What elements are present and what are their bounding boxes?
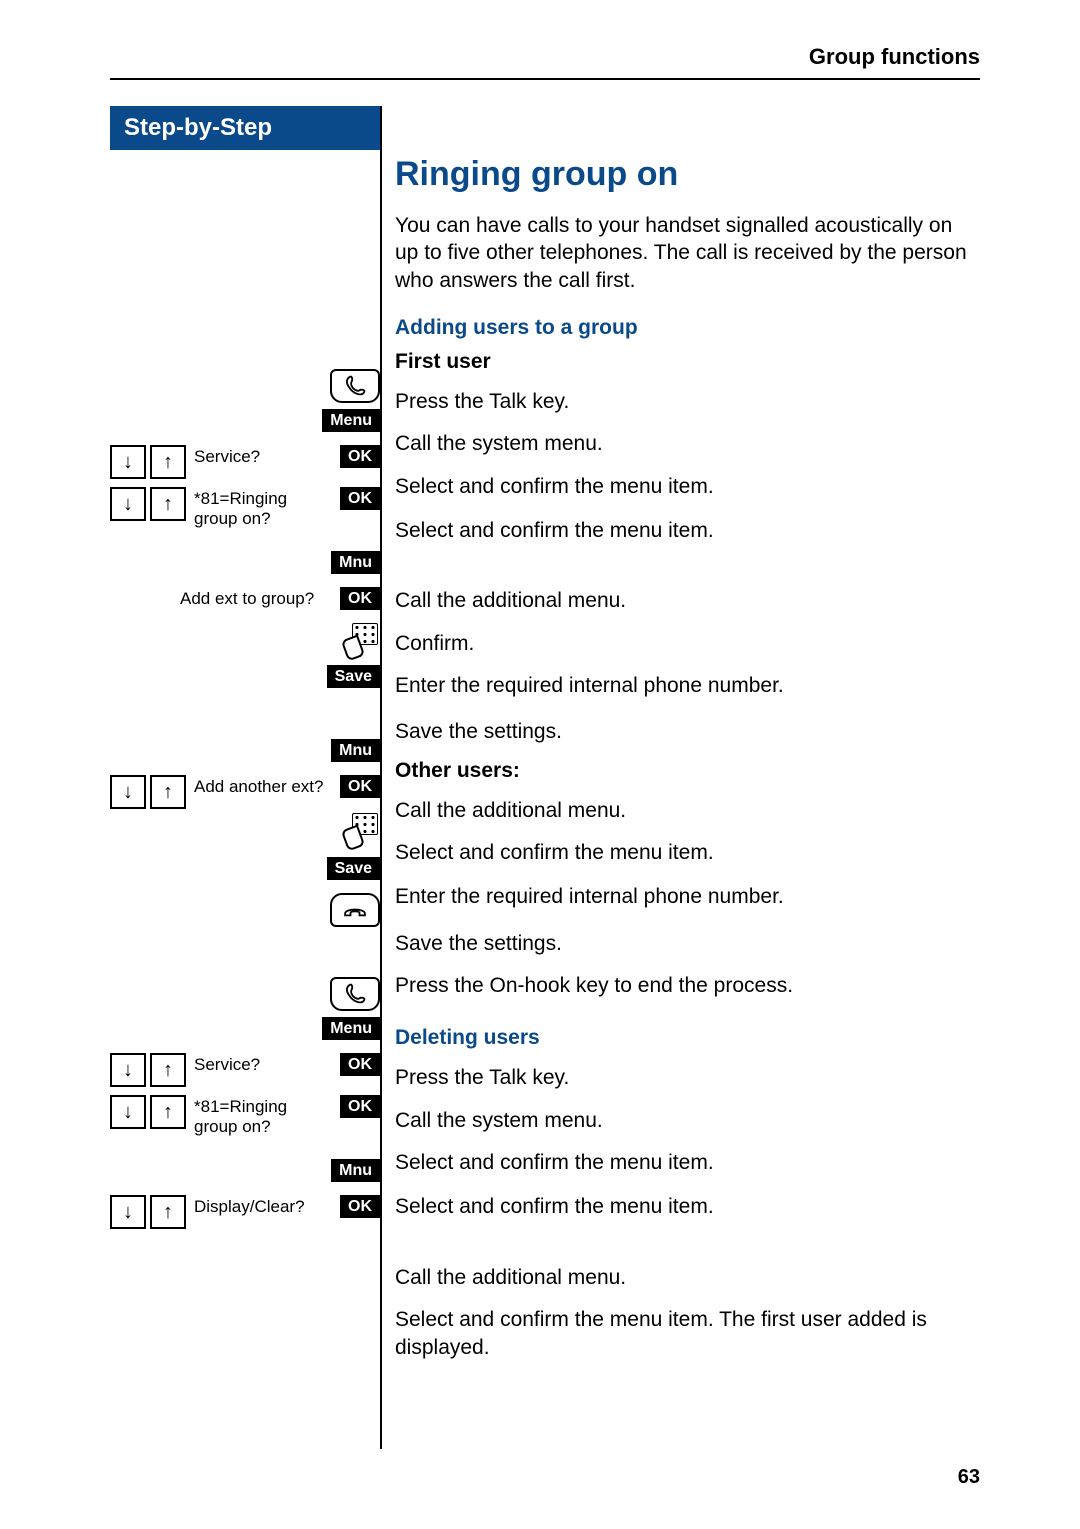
talk-key-row-2 — [110, 977, 380, 1011]
add-another-prompt: Add another ext? — [190, 775, 336, 797]
talk-key-icon — [330, 369, 380, 403]
mnu-button-row: Mnu — [110, 551, 380, 574]
down-arrow-icon — [110, 445, 146, 479]
step-enter-number-2: Enter the required internal phone number… — [395, 879, 980, 915]
step-press-talk-2: Press the Talk key. — [395, 1060, 980, 1096]
display-clear-row: Display/Clear? OK — [110, 1195, 380, 1229]
up-arrow-icon — [150, 445, 186, 479]
ok-button: OK — [340, 1095, 380, 1118]
ok-button: OK — [340, 775, 380, 798]
step-select-confirm-4: Select and confirm the menu item. — [395, 1145, 980, 1181]
down-arrow-icon — [110, 1195, 146, 1229]
ok-button: OK — [340, 445, 380, 468]
step-select-confirm-1: Select and confirm the menu item. — [395, 469, 980, 505]
menu-button: Menu — [322, 1017, 380, 1040]
menu-button-row-2: Menu — [110, 1017, 380, 1040]
ok-button: OK — [340, 1053, 380, 1076]
up-arrow-icon — [150, 1195, 186, 1229]
up-arrow-icon — [150, 775, 186, 809]
ringing-group-row: *81=Ringing group on? OK — [110, 487, 380, 530]
down-arrow-icon — [110, 1053, 146, 1087]
mnu-button-row-2: Mnu — [110, 739, 380, 762]
step-call-additional-2: Call the additional menu. — [395, 793, 980, 829]
step-press-talk: Press the Talk key. — [395, 384, 980, 420]
step-save-1: Save the settings. — [395, 714, 980, 750]
intro-text: You can have calls to your handset signa… — [395, 212, 980, 294]
step-confirm: Confirm. — [395, 626, 980, 662]
service-prompt: Service? — [190, 445, 336, 467]
step-select-confirm-first: Select and confirm the menu item. The fi… — [395, 1302, 980, 1367]
mnu-button: Mnu — [331, 739, 380, 762]
menu-button-row: Menu — [110, 409, 380, 432]
save-button-row-2: Save — [110, 857, 380, 880]
deleting-users-heading: Deleting users — [395, 1026, 980, 1050]
manual-page: Group functions Step-by-Step Menu Servic… — [0, 0, 1080, 1529]
ok-button: OK — [340, 587, 380, 610]
down-arrow-icon — [110, 1095, 146, 1129]
step-call-system-menu-2: Call the system menu. — [395, 1103, 980, 1139]
service-row: Service? OK — [110, 445, 380, 479]
service-prompt: Service? — [190, 1053, 336, 1075]
step-by-step-header: Step-by-Step — [110, 106, 380, 150]
up-arrow-icon — [150, 1053, 186, 1087]
page-number: 63 — [958, 1466, 980, 1489]
header-divider — [110, 78, 980, 80]
step-select-confirm-3: Select and confirm the menu item. — [395, 835, 980, 871]
save-button: Save — [327, 857, 380, 880]
up-arrow-icon — [150, 1095, 186, 1129]
add-ext-row: Add ext to group? OK — [110, 587, 380, 610]
ringing-group-row-2: *81=Ringing group on? OK — [110, 1095, 380, 1138]
keypad-row — [110, 623, 380, 655]
column-divider — [380, 106, 382, 1449]
mnu-button-row-3: Mnu — [110, 1159, 380, 1182]
breadcrumb: Group functions — [809, 44, 980, 70]
talk-key-row — [110, 369, 380, 403]
down-arrow-icon — [110, 775, 146, 809]
add-another-row: Add another ext? OK — [110, 775, 380, 809]
onhook-key-row — [110, 893, 380, 927]
step-enter-number-1: Enter the required internal phone number… — [395, 668, 980, 704]
onhook-key-icon — [330, 893, 380, 927]
step-call-system-menu: Call the system menu. — [395, 426, 980, 462]
talk-key-icon — [330, 977, 380, 1011]
page-title: Ringing group on — [395, 155, 980, 194]
right-column: Ringing group on You can have calls to y… — [395, 145, 980, 1449]
ok-button: OK — [340, 487, 380, 510]
ringing-group-prompt: *81=Ringing group on? — [190, 1095, 336, 1138]
other-users-label: Other users: — [395, 759, 980, 783]
left-column: Menu Service? OK *81=Ringing group on? O… — [110, 145, 380, 1449]
down-arrow-icon — [110, 487, 146, 521]
mnu-button: Mnu — [331, 551, 380, 574]
step-press-onhook: Press the On-hook key to end the process… — [395, 968, 980, 1004]
display-clear-prompt: Display/Clear? — [190, 1195, 336, 1217]
keypad-icon — [344, 623, 380, 655]
ringing-group-prompt: *81=Ringing group on? — [190, 487, 336, 530]
add-ext-prompt: Add ext to group? — [110, 587, 336, 609]
save-button: Save — [327, 665, 380, 688]
service-row-2: Service? OK — [110, 1053, 380, 1087]
ok-button: OK — [340, 1195, 380, 1218]
step-save-2: Save the settings. — [395, 926, 980, 962]
step-call-additional-3: Call the additional menu. — [395, 1260, 980, 1296]
adding-users-heading: Adding users to a group — [395, 316, 980, 340]
step-select-confirm-2: Select and confirm the menu item. — [395, 513, 980, 549]
up-arrow-icon — [150, 487, 186, 521]
menu-button: Menu — [322, 409, 380, 432]
step-call-additional-1: Call the additional menu. — [395, 583, 980, 619]
mnu-button: Mnu — [331, 1159, 380, 1182]
keypad-row-2 — [110, 813, 380, 845]
step-select-confirm-5: Select and confirm the menu item. — [395, 1189, 980, 1225]
keypad-icon — [344, 813, 380, 845]
save-button-row: Save — [110, 665, 380, 688]
first-user-label: First user — [395, 350, 980, 374]
